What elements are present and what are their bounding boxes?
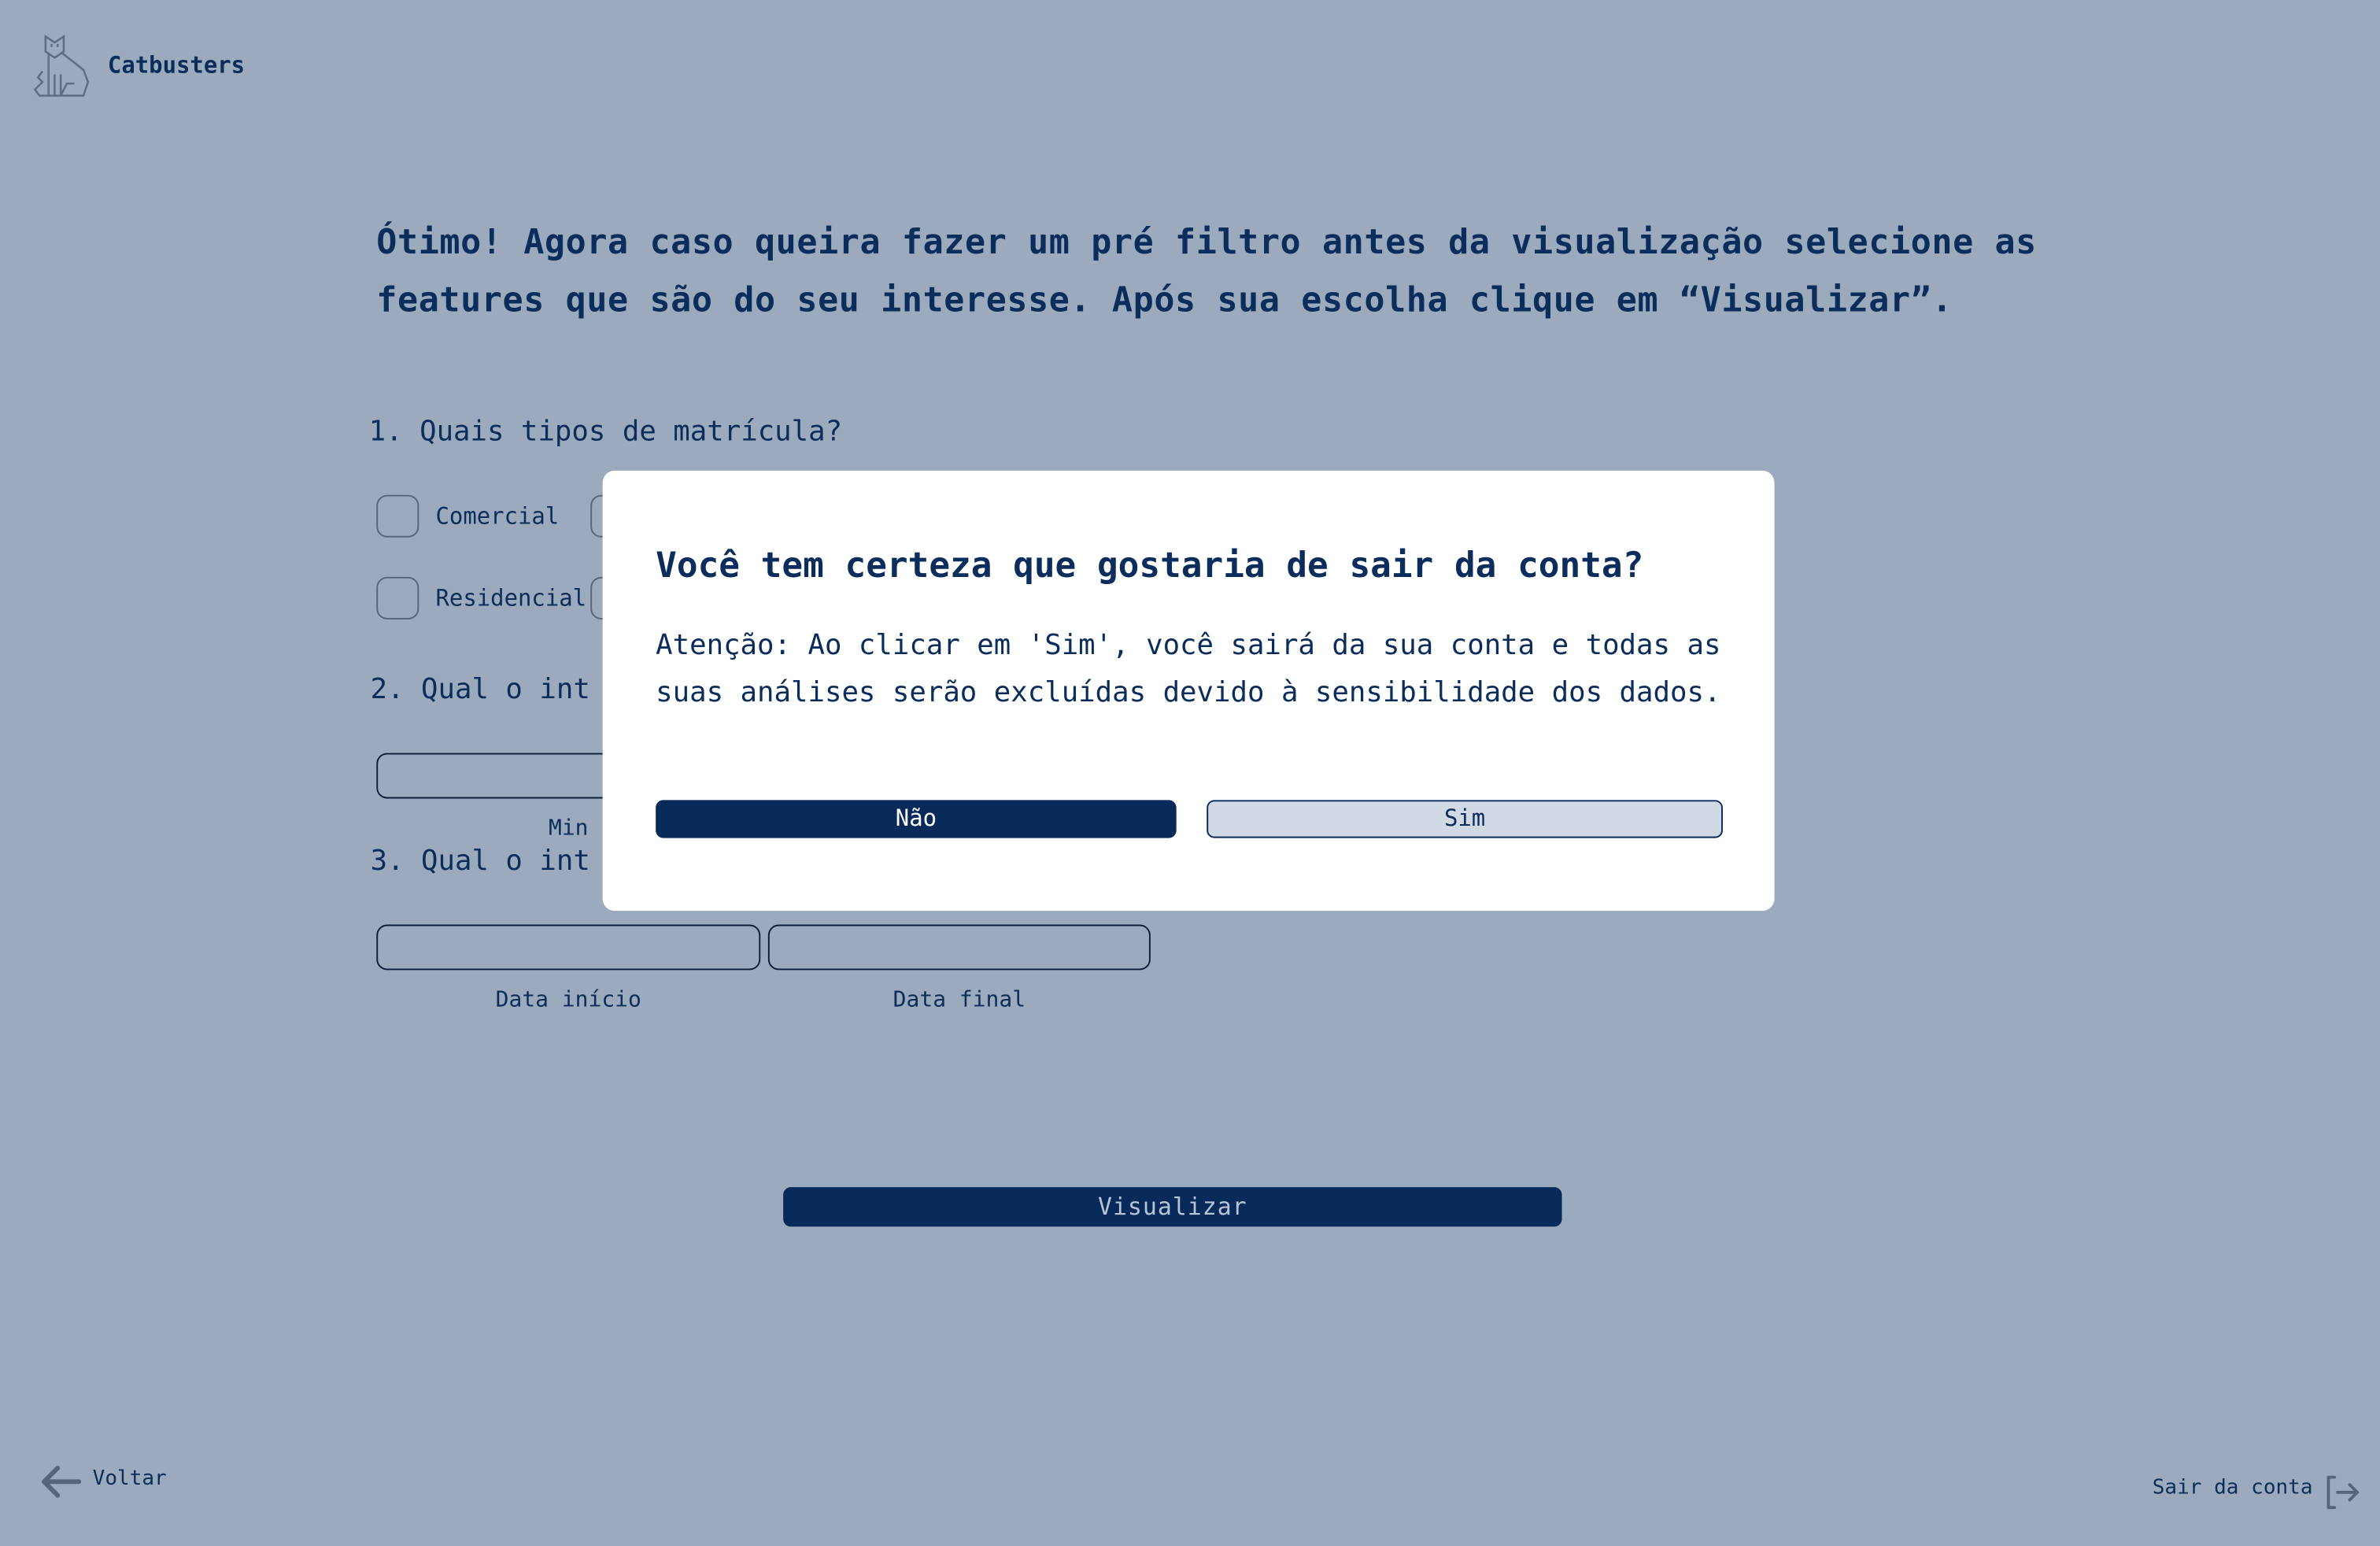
question-1-label: 1. Quais tipos de matrícula?: [368, 416, 843, 448]
checkbox-label-residencial: Residencial: [435, 584, 587, 612]
checkbox-residencial[interactable]: [376, 576, 419, 620]
logout-confirm-modal: Você tem certeza que gostaria de sair da…: [602, 470, 1775, 912]
question-2-label: 2. Qual o int: [370, 674, 590, 706]
intro-heading: Ótimo! Agora caso queira fazer um pré fi…: [376, 223, 2037, 320]
no-button[interactable]: Não: [656, 800, 1177, 838]
end-date-input[interactable]: [767, 924, 1151, 971]
modal-title: Você tem certeza que gostaria de sair da…: [656, 546, 1644, 586]
page: Catbusters Ótimo! Agora caso queira faze…: [0, 0, 2380, 1545]
yes-button[interactable]: Sim: [1207, 800, 1723, 838]
logout-link[interactable]: Sair da conta: [2153, 1476, 2313, 1500]
start-date-input[interactable]: [376, 924, 761, 971]
back-arrow-icon[interactable]: [39, 1463, 82, 1500]
modal-body: Atenção: Ao clicar em 'Sim', você sairá …: [656, 630, 1721, 709]
checkbox-label-comercial: Comercial: [435, 502, 560, 531]
brand-name: Catbusters: [107, 51, 246, 80]
question-3-label: 3. Qual o int: [370, 845, 590, 878]
end-date-label: Data final: [893, 988, 1026, 1013]
checkbox-comercial[interactable]: [376, 494, 419, 538]
cat-logo-icon: [33, 33, 97, 97]
back-link[interactable]: Voltar: [93, 1466, 167, 1491]
logout-icon[interactable]: [2326, 1475, 2362, 1510]
visualize-button[interactable]: Visualizar: [783, 1187, 1562, 1227]
start-date-label: Data início: [495, 988, 641, 1013]
